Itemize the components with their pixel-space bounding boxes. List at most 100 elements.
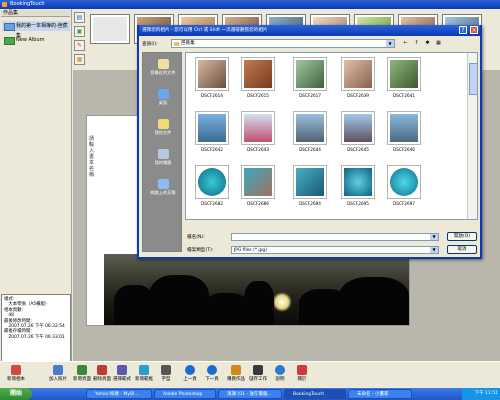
scrollbar-thumb[interactable] xyxy=(469,63,478,95)
tool-column: ▤ ▣ ✎ ▦ xyxy=(73,9,87,69)
photo-thumbnail xyxy=(195,57,229,91)
filetype-label: 檔案類型(T): xyxy=(187,248,214,253)
chevron-down-icon: ▼ xyxy=(386,40,394,47)
desktop-icon xyxy=(157,89,169,99)
close-icon[interactable]: × xyxy=(470,26,478,34)
about-icon xyxy=(297,365,307,375)
file-item[interactable]: DSCF2614 xyxy=(192,57,232,101)
chevron-down-icon: ▼ xyxy=(430,247,438,253)
file-item[interactable]: DSCF2643 xyxy=(238,111,278,155)
template-icon xyxy=(117,365,127,375)
look-in-value: 芭蕉集 xyxy=(181,41,195,46)
about-button[interactable]: 關於 xyxy=(290,364,314,388)
prev-page-button[interactable]: 上一頁 xyxy=(178,364,202,388)
file-item[interactable]: DSCF2641 xyxy=(384,57,424,101)
open-photo-dialog: 選擇您的相片 - 您可以用 Ctrl 或 Shift 一次選取數張您的相片 ? … xyxy=(137,25,482,259)
places-bar: 我最近的文件 桌面 我的文件 我的電腦 網路上的芳鄰 xyxy=(142,52,182,252)
file-item[interactable]: DSCF2697 xyxy=(384,165,424,209)
up-folder-icon[interactable]: ↑ xyxy=(412,39,421,48)
look-in-select[interactable]: 芭蕉集 ▼ xyxy=(171,39,395,48)
new-album-button[interactable]: 新增相本 xyxy=(4,364,28,388)
file-list-scrollbar[interactable] xyxy=(467,53,478,219)
file-item[interactable]: DSCF2642 xyxy=(192,111,232,155)
save-icon xyxy=(253,365,263,375)
album-item-first[interactable]: 我的第一本相簿的-芭蕉集 xyxy=(2,21,70,39)
dialog-title: 選擇您的相片 - 您可以用 Ctrl 或 Shift 一次選取數張您的相片 xyxy=(139,25,480,36)
taskbar-item[interactable]: 演講 [01 - 放在電腦... xyxy=(218,389,282,399)
text-tool-icon[interactable]: ▤ xyxy=(74,12,85,23)
app-icon xyxy=(2,2,7,7)
app-title-bar: BookingTouch xyxy=(0,0,500,9)
system-tray-clock: 下午 11:51 xyxy=(462,388,500,400)
file-item[interactable]: DSCF2686 xyxy=(238,165,278,209)
taskbar-item[interactable]: Adobe Photoshop xyxy=(154,389,216,399)
file-item[interactable]: DSCF2644 xyxy=(290,111,330,155)
start-button[interactable]: 開始 xyxy=(0,388,32,400)
back-icon[interactable]: ← xyxy=(401,39,410,48)
font-icon xyxy=(161,365,171,375)
place-documents[interactable]: 我的文件 xyxy=(143,117,183,143)
network-icon xyxy=(157,179,169,189)
next-page-button[interactable]: 下一頁 xyxy=(200,364,224,388)
file-item[interactable]: DSCF2615 xyxy=(238,57,278,101)
photo-thumbnail xyxy=(341,111,375,145)
file-list: DSCF2614 DSCF2615 DSCF2617 DSCF2639 DSCF… xyxy=(185,52,478,220)
album-item-new[interactable]: New Album xyxy=(2,35,70,45)
folder-icon xyxy=(174,42,179,46)
cancel-button[interactable]: 取消 xyxy=(447,245,477,254)
add-photo-button[interactable]: 加入照片 xyxy=(46,364,70,388)
page-thumbnail[interactable] xyxy=(90,14,130,44)
file-item[interactable]: DSCF2639 xyxy=(338,57,378,101)
filename-input[interactable]: ▼ xyxy=(231,233,439,241)
look-in-label: 查詢(I): xyxy=(142,42,158,47)
place-desktop[interactable]: 桌面 xyxy=(143,87,183,113)
photo-thumbnail xyxy=(341,57,375,91)
book-title-placeholder[interactable]: 請輸入書本名稱 xyxy=(89,136,97,178)
file-item[interactable]: DSCF2645 xyxy=(338,111,378,155)
album-label: New Album xyxy=(16,37,45,43)
font-button[interactable]: 字型 xyxy=(154,364,178,388)
image-tool-icon[interactable]: ▣ xyxy=(74,26,85,37)
place-recent[interactable]: 我最近的文件 xyxy=(143,57,183,83)
cover-photo[interactable] xyxy=(104,254,409,325)
place-network[interactable]: 網路上的芳鄰 xyxy=(143,177,183,203)
file-item[interactable]: DSCF2646 xyxy=(384,111,424,155)
place-computer[interactable]: 我的電腦 xyxy=(143,147,183,173)
file-item[interactable]: DSCF2682 xyxy=(192,165,232,209)
chevron-down-icon: ▼ xyxy=(430,234,438,240)
photo-thumbnail xyxy=(387,57,421,91)
add-photo-icon xyxy=(53,365,63,375)
photo-thumbnail xyxy=(195,111,229,145)
pen-tool-icon[interactable]: ✎ xyxy=(74,40,85,51)
new-album-icon xyxy=(4,37,15,45)
photo-thumbnail xyxy=(241,57,275,91)
photo-thumbnail xyxy=(241,165,275,199)
sunset-glow xyxy=(272,292,292,312)
file-item[interactable]: DSCF2617 xyxy=(290,57,330,101)
photo-thumbnail xyxy=(241,111,275,145)
documents-icon xyxy=(157,119,169,129)
layout-tool-icon[interactable]: ▦ xyxy=(74,54,85,65)
file-item[interactable]: DSCF2694 xyxy=(290,165,330,209)
buy-button[interactable]: 購買作品 xyxy=(224,364,248,388)
photo-thumbnail xyxy=(341,165,375,199)
album-panel-header: 作品集 xyxy=(1,10,70,17)
add-page-icon xyxy=(77,365,87,375)
taskbar-item[interactable]: 未命名 - 小畫家 xyxy=(348,389,412,399)
album-icon xyxy=(4,23,15,31)
taskbar-item[interactable]: Yahoo!奇摩 - MyBl... xyxy=(86,389,152,399)
help-icon[interactable]: ? xyxy=(459,26,467,34)
open-button[interactable]: 開啟(O) xyxy=(447,232,477,241)
album-info-panel: 樣式: 大本零張（A5橫版） 相本頁數: 48 最後修改時間: 2007.07.… xyxy=(1,294,71,368)
file-item[interactable]: DSCF2695 xyxy=(338,165,378,209)
add-frame-button[interactable]: 新增範框 xyxy=(132,364,156,388)
help-button[interactable]: 說明 xyxy=(268,364,292,388)
new-folder-icon[interactable]: ✱ xyxy=(423,39,432,48)
filetype-select[interactable]: JPG files (*.jpg) ▼ xyxy=(231,246,439,254)
choose-template-button[interactable]: 選擇範式 xyxy=(110,364,134,388)
view-menu-icon[interactable]: ▦ xyxy=(434,39,443,48)
taskbar-item-active[interactable]: BookingTouch xyxy=(284,389,346,399)
photo-thumbnail xyxy=(293,57,327,91)
save-button[interactable]: 儲存工作 xyxy=(246,364,270,388)
arrow-right-icon xyxy=(207,365,217,375)
